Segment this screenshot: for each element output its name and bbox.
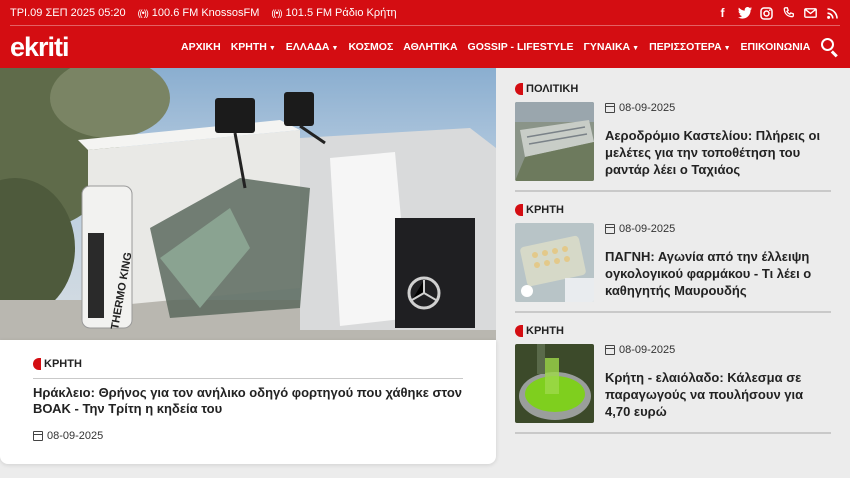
list-item[interactable]: 08-09-2025 Αεροδρόμιο Καστελίου: Πλήρεις… bbox=[515, 102, 831, 184]
instagram-icon[interactable] bbox=[759, 6, 774, 21]
article-thumbnail[interactable] bbox=[515, 102, 594, 181]
radio-link-radio-kriti[interactable]: ((•)) 101.5 FM Ράδιο Κρήτη bbox=[271, 7, 396, 19]
phone-icon[interactable] bbox=[781, 6, 796, 21]
chevron-down-icon: ▼ bbox=[268, 45, 276, 52]
radio-label: 100.6 FM KnossosFM bbox=[151, 7, 260, 19]
nav-item-kriti[interactable]: ΚΡΗΤΗ ▼ bbox=[226, 41, 281, 53]
nav-item-home[interactable]: ΑΡΧΙΚΗ bbox=[176, 41, 226, 53]
social-links: f bbox=[715, 6, 840, 21]
list-item[interactable]: 08-09-2025 Κρήτη - ελαιόλαδο: Κάλεσμα σε… bbox=[515, 344, 831, 426]
mail-icon[interactable] bbox=[803, 6, 818, 21]
rss-icon[interactable] bbox=[825, 6, 840, 21]
article-date: 08-09-2025 bbox=[33, 430, 463, 442]
search-icon[interactable] bbox=[820, 37, 840, 58]
calendar-icon bbox=[605, 103, 615, 113]
category-marker-icon bbox=[515, 204, 523, 216]
article-thumbnail[interactable] bbox=[515, 223, 594, 302]
nav-item-ellada[interactable]: ΕΛΛΑΔΑ ▼ bbox=[281, 41, 344, 53]
category-marker-icon bbox=[33, 358, 41, 370]
category-tag[interactable]: ΚΡΗΤΗ bbox=[515, 325, 564, 337]
article-thumbnail[interactable] bbox=[515, 344, 594, 423]
nav-item-gynaika[interactable]: ΓΥΝΑΙΚΑ ▼ bbox=[579, 41, 645, 53]
article-date: 08-09-2025 bbox=[605, 344, 675, 356]
nav-menu: ΑΡΧΙΚΗ ΚΡΗΤΗ ▼ ΕΛΛΑΔΑ ▼ ΚΟΣΜΟΣ ΑΘΛΗΤΙΚΑ GO… bbox=[176, 41, 815, 53]
nav-item-athlitika[interactable]: ΑΘΛΗΤΙΚΑ bbox=[398, 41, 462, 53]
article-title[interactable]: Αεροδρόμιο Καστελίου: Πλήρεις οι μελέτες… bbox=[605, 127, 827, 178]
nav-item-kosmos[interactable]: ΚΟΣΜΟΣ bbox=[343, 41, 398, 53]
calendar-icon bbox=[33, 431, 43, 441]
radio-link-knossos[interactable]: ((•)) 100.6 FM KnossosFM bbox=[138, 7, 260, 19]
nav-item-perissotera[interactable]: ΠΕΡΙΣΣΟΤΕΡΑ ▼ bbox=[644, 41, 735, 53]
calendar-icon bbox=[605, 345, 615, 355]
radio-signal-icon: ((•)) bbox=[271, 8, 282, 18]
chevron-down-icon: ▼ bbox=[331, 45, 339, 52]
hero-article-card[interactable]: ΚΡΗΤΗ Ηράκλειο: Θρήνος για τον ανήλικο ο… bbox=[0, 340, 496, 464]
current-date: ΤΡΙ.09 ΣΕΠ 2025 05:20 bbox=[10, 7, 126, 19]
hero-article-title[interactable]: Ηράκλειο: Θρήνος για τον ανήλικο οδηγό φ… bbox=[33, 385, 463, 417]
list-item[interactable]: 08-09-2025 ΠΑΓΝΗ: Αγωνία από την έλλειψη… bbox=[515, 223, 831, 305]
article-date: 08-09-2025 bbox=[605, 223, 675, 235]
facebook-icon[interactable]: f bbox=[715, 6, 730, 21]
divider bbox=[515, 311, 831, 313]
twitter-icon[interactable] bbox=[737, 6, 752, 21]
radio-label: 101.5 FM Ράδιο Κρήτη bbox=[285, 7, 397, 19]
site-logo[interactable]: ekriti bbox=[10, 32, 160, 63]
nav-item-epikoinonia[interactable]: ΕΠΙΚΟΙΝΩΝΙΑ bbox=[736, 41, 816, 53]
main-nav: ekriti ΑΡΧΙΚΗ ΚΡΗΤΗ ▼ ΕΛΛΑΔΑ ▼ ΚΟΣΜΟΣ ΑΘΛΗ… bbox=[0, 26, 850, 68]
article-title[interactable]: ΠΑΓΝΗ: Αγωνία από την έλλειψη ογκολογικο… bbox=[605, 248, 827, 299]
chevron-down-icon: ▼ bbox=[632, 45, 640, 52]
nav-item-gossip[interactable]: GOSSIP - LIFESTYLE bbox=[463, 41, 579, 53]
chevron-down-icon: ▼ bbox=[723, 45, 731, 52]
divider bbox=[515, 432, 831, 434]
hero-image[interactable]: THERMO KING bbox=[0, 68, 496, 340]
calendar-icon bbox=[605, 224, 615, 234]
category-tag[interactable]: ΠΟΛΙΤΙΚΗ bbox=[515, 83, 578, 95]
category-tag[interactable]: ΚΡΗΤΗ bbox=[33, 358, 463, 370]
article-title[interactable]: Κρήτη - ελαιόλαδο: Κάλεσμα σε παραγωγούς… bbox=[605, 369, 827, 420]
category-marker-icon bbox=[515, 325, 523, 337]
article-date: 08-09-2025 bbox=[605, 102, 675, 114]
radio-signal-icon: ((•)) bbox=[137, 8, 149, 18]
category-marker-icon bbox=[515, 83, 523, 95]
top-bar: ΤΡΙ.09 ΣΕΠ 2025 05:20 ((•)) 100.6 FM Kno… bbox=[0, 0, 850, 26]
category-tag[interactable]: ΚΡΗΤΗ bbox=[515, 204, 564, 216]
divider bbox=[515, 190, 831, 192]
divider bbox=[33, 378, 463, 379]
